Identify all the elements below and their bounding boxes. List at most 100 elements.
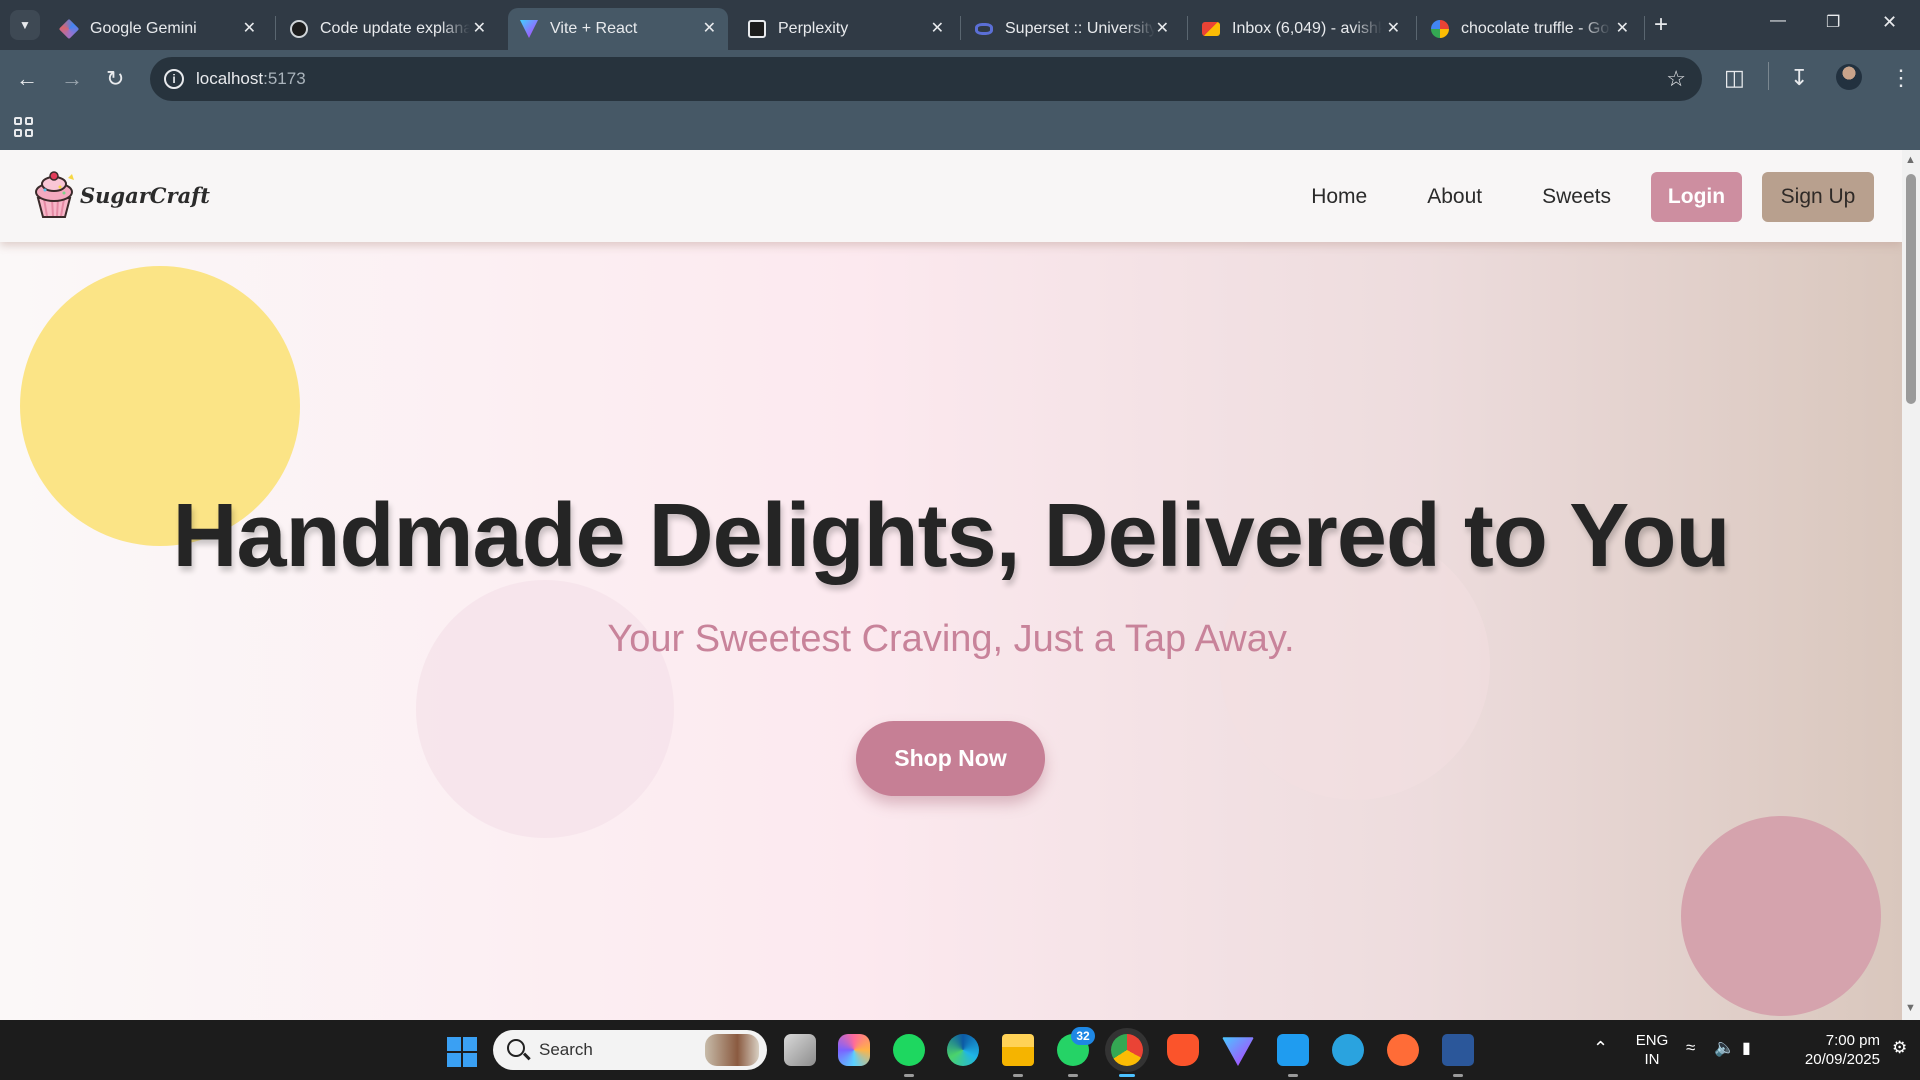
hero-title: Handmade Delights, Delivered to You (172, 486, 1730, 586)
address-bar[interactable]: i localhost:5173 ☆ (150, 57, 1702, 101)
tab-gmail[interactable]: Inbox (6,049) - avishka ✕ (1190, 8, 1412, 50)
notifications-icon[interactable]: ⚙ (1892, 1038, 1907, 1058)
tab-separator (275, 16, 276, 40)
reload-icon[interactable]: ↻ (106, 67, 124, 91)
scroll-down-arrow-icon[interactable]: ▼ (1905, 1002, 1916, 1014)
tab-perplexity[interactable]: Perplexity ✕ (736, 8, 956, 50)
spotify-icon[interactable] (893, 1034, 925, 1077)
nav-sweets-link[interactable]: Sweets (1542, 185, 1611, 209)
hero-subtitle: Your Sweetest Craving, Just a Tap Away. (607, 618, 1295, 660)
address-bar-url[interactable]: localhost:5173 (196, 69, 306, 89)
tab-separator (1187, 16, 1188, 40)
profile-avatar[interactable] (1836, 64, 1862, 90)
site-info-icon[interactable]: i (164, 69, 184, 89)
bookmark-star-icon[interactable]: ☆ (1666, 66, 1686, 92)
site-header: SugarCraft Home About Sweets Login Sign … (0, 150, 1902, 242)
edge-icon[interactable] (947, 1034, 979, 1066)
taskbar-search-label: Search (539, 1040, 593, 1059)
brave-icon[interactable] (1167, 1034, 1199, 1066)
browser-toolbar: ← → ↻ i localhost:5173 ☆ ◫ ↧ ⋮ (0, 50, 1920, 108)
site-logo[interactable]: SugarCraft (30, 170, 210, 220)
folder-icon[interactable] (1002, 1034, 1034, 1077)
extensions-icon[interactable]: ◫ (1724, 65, 1745, 91)
close-icon[interactable]: ✕ (703, 19, 716, 39)
taskbar-search[interactable]: Search (493, 1030, 767, 1070)
scroll-up-arrow-icon[interactable]: ▲ (1905, 154, 1916, 166)
nav-about-link[interactable]: About (1427, 185, 1482, 209)
word-icon[interactable] (1442, 1034, 1474, 1077)
menu-kebab-icon[interactable]: ⋮ (1890, 65, 1912, 91)
gmail-icon (1202, 22, 1220, 36)
signup-button[interactable]: Sign Up (1762, 172, 1874, 222)
tab-title: Perplexity (778, 20, 849, 37)
vite-icon (520, 20, 538, 38)
vite-icon[interactable] (1222, 1037, 1254, 1066)
language-code: ENG (1635, 1032, 1669, 1049)
language-indicator[interactable]: ENG IN (1632, 1031, 1672, 1069)
search-icon (507, 1039, 525, 1057)
tab-title: Google Gemini (90, 20, 197, 37)
close-icon[interactable]: ✕ (931, 19, 944, 39)
battery-icon[interactable]: ▮ (1742, 1038, 1751, 1058)
region-code: IN (1644, 1051, 1660, 1068)
tab-superset[interactable]: Superset :: University ✕ (963, 8, 1181, 50)
restore-icon[interactable]: ❐ (1826, 12, 1840, 32)
download-icon[interactable]: ↧ (1790, 65, 1808, 91)
task-view-icon[interactable] (784, 1034, 816, 1066)
close-icon[interactable]: ✕ (473, 19, 486, 39)
tab-strip: ▼ Google Gemini ✕ Code update explanatio… (0, 0, 1920, 50)
tab-separator (960, 16, 961, 40)
clock-time: 7:00 pm (1825, 1032, 1880, 1049)
superset-icon (975, 23, 993, 35)
postman-icon[interactable] (1387, 1034, 1419, 1066)
openai-icon (290, 20, 308, 38)
tab-title: Superset :: University (1005, 20, 1155, 37)
back-arrow-icon[interactable]: ← (16, 67, 38, 91)
bookmarks-bar (0, 108, 1920, 150)
tab-code-update[interactable]: Code update explanation ✕ (278, 8, 498, 50)
clock-date: 20/09/2025 (1804, 1051, 1880, 1068)
toolbar-divider (1768, 62, 1769, 90)
close-icon[interactable]: ✕ (1387, 19, 1400, 39)
url-port: :5173 (263, 69, 306, 88)
window-close-icon[interactable]: ✕ (1882, 12, 1897, 33)
windows-start-icon[interactable] (447, 1037, 477, 1067)
windows-taskbar: Search ⌃ ENG IN ≈ 🔈 ▮ 7:00 pm 20/09/2025… (0, 1020, 1920, 1080)
login-button[interactable]: Login (1651, 172, 1742, 222)
tray-overflow-chevron-icon[interactable]: ⌃ (1593, 1038, 1608, 1059)
tab-google-gemini[interactable]: Google Gemini ✕ (48, 8, 268, 50)
tab-title: chocolate truffle - Google (1461, 20, 1611, 37)
close-icon[interactable]: ✕ (243, 19, 256, 39)
tab-vite-react[interactable]: Vite + React ✕ (508, 8, 728, 50)
tab-google-search[interactable]: chocolate truffle - Google ✕ (1419, 8, 1641, 50)
tab-title: Inbox (6,049) - avishka (1232, 20, 1382, 37)
copilot-icon[interactable] (838, 1034, 870, 1066)
chevron-down-icon: ▼ (19, 18, 31, 32)
clock[interactable]: 7:00 pm 20/09/2025 (1780, 1031, 1880, 1069)
telegram-icon[interactable] (1332, 1034, 1364, 1066)
chrome-icon[interactable] (1111, 1034, 1143, 1077)
tab-separator (1644, 16, 1645, 40)
tab-title: Code update explanation (320, 20, 470, 37)
shop-now-button[interactable]: Shop Now (856, 721, 1045, 796)
forward-arrow-icon[interactable]: → (61, 67, 83, 91)
wifi-icon[interactable]: ≈ (1686, 1038, 1695, 1058)
page-scrollbar[interactable]: ▲ ▼ (1902, 150, 1920, 1020)
vscode-icon[interactable] (1277, 1034, 1309, 1077)
whatsapp-badge: 32 (1071, 1027, 1095, 1045)
brand-name: SugarCraft (80, 182, 210, 208)
main-nav: Home About Sweets Login Sign Up (1311, 172, 1874, 222)
decorative-circle-rose (1681, 816, 1881, 1016)
url-host: localhost (196, 69, 264, 88)
close-icon[interactable]: ✕ (1156, 19, 1169, 39)
nav-home-link[interactable]: Home (1311, 185, 1367, 209)
scrollbar-thumb[interactable] (1906, 174, 1916, 404)
volume-icon[interactable]: 🔈 (1714, 1038, 1735, 1058)
tab-search-button[interactable]: ▼ (10, 10, 40, 40)
apps-grid-icon[interactable] (14, 117, 34, 137)
minimize-icon[interactable]: — (1770, 12, 1786, 30)
close-icon[interactable]: ✕ (1616, 19, 1629, 39)
new-tab-plus-icon[interactable]: + (1654, 12, 1668, 38)
tab-title: Vite + React (550, 20, 638, 37)
search-highlight-image (705, 1034, 759, 1066)
